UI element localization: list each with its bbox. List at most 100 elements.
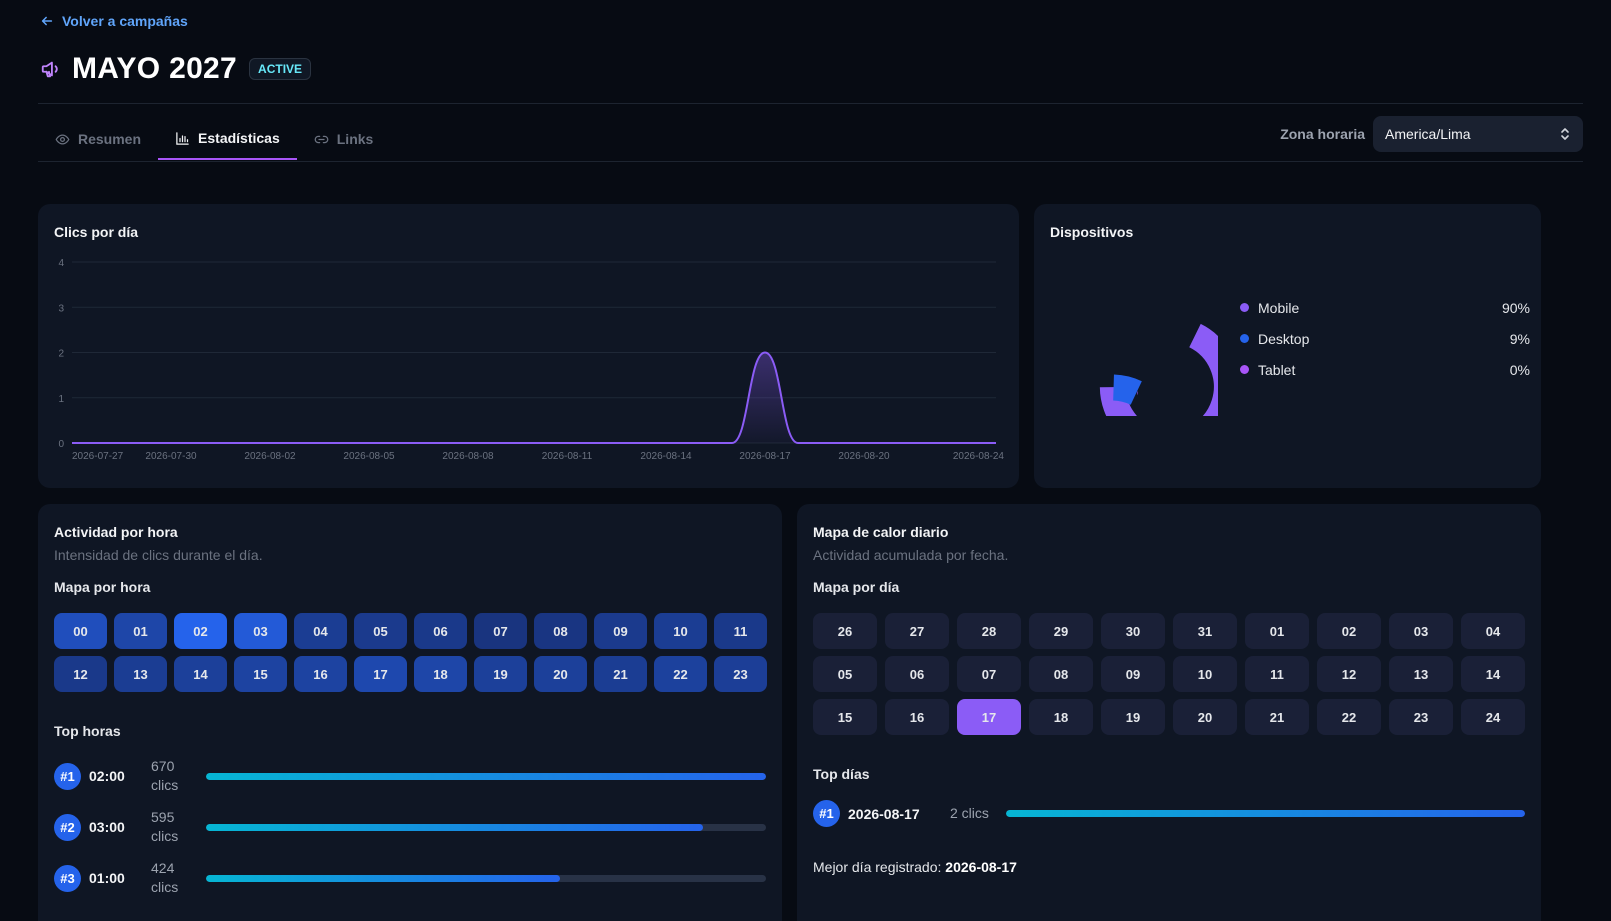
day-cell[interactable]: 09 xyxy=(1101,656,1165,692)
day-cell[interactable]: 15 xyxy=(813,699,877,735)
page-title: MAYO 2027 xyxy=(72,52,238,85)
rank-badge: #3 xyxy=(54,864,81,892)
hour-cell[interactable]: 18 xyxy=(414,656,467,692)
hour-cell[interactable]: 15 xyxy=(234,656,287,692)
day-cell[interactable]: 26 xyxy=(813,613,877,649)
back-link-label: Volver a campañas xyxy=(62,13,188,29)
devices-card: Dispositivos Mobile 90% Desktop 9% Table… xyxy=(1034,204,1541,488)
tab-label: Estadísticas xyxy=(198,130,280,146)
hour-cell[interactable]: 09 xyxy=(594,613,647,649)
day-cell[interactable]: 18 xyxy=(1029,699,1093,735)
top-hour-row: #3 01:00 424 clics xyxy=(54,859,766,897)
day-cell[interactable]: 19 xyxy=(1101,699,1165,735)
day-cell[interactable]: 14 xyxy=(1461,656,1525,692)
tab-resumen[interactable]: Resumen xyxy=(38,118,158,160)
day-cell[interactable]: 02 xyxy=(1317,613,1381,649)
day-cell[interactable]: 28 xyxy=(957,613,1021,649)
tab-label: Resumen xyxy=(78,131,142,147)
bar-fill xyxy=(206,874,561,882)
hour-cell[interactable]: 19 xyxy=(474,656,527,692)
hour-cell[interactable]: 01 xyxy=(114,613,167,649)
hour-cell[interactable]: 05 xyxy=(354,613,407,649)
top-days-label: Top días xyxy=(813,766,870,782)
day-cell[interactable]: 30 xyxy=(1101,613,1165,649)
day-cell[interactable]: 01 xyxy=(1245,613,1309,649)
day-cell[interactable]: 07 xyxy=(957,656,1021,692)
bar-fill xyxy=(1006,810,1525,817)
legend-item: Tablet 0% xyxy=(1240,354,1530,385)
best-day-value: 2026-08-17 xyxy=(945,859,1017,875)
rank-badge: #2 xyxy=(54,813,81,841)
card-subtitle: Intensidad de clics durante el día. xyxy=(54,547,263,563)
hour-cell[interactable]: 13 xyxy=(114,656,167,692)
legend-value: 9% xyxy=(1509,330,1530,347)
timezone-label: Zona horaria xyxy=(1280,126,1365,142)
hour-cell[interactable]: 20 xyxy=(534,656,587,692)
chevron-up-down-icon xyxy=(1561,128,1569,140)
count-unit: clics xyxy=(151,828,179,844)
hour-cell[interactable]: 03 xyxy=(234,613,287,649)
day-cell[interactable]: 05 xyxy=(813,656,877,692)
hour-cell[interactable]: 17 xyxy=(354,656,407,692)
top-hour-count: 595 clics xyxy=(151,808,206,846)
hour-cell[interactable]: 00 xyxy=(54,613,107,649)
hour-cell[interactable]: 16 xyxy=(294,656,347,692)
hour-cell[interactable]: 10 xyxy=(654,613,707,649)
day-cell[interactable]: 03 xyxy=(1389,613,1453,649)
clicks-line-chart: 0 1 2 3 4 2026-07-27 2026-07-30 2026-08-02 2026-… xyxy=(58,258,1004,462)
daily-heatmap-card: Mapa de calor diario Actividad acumulada… xyxy=(797,504,1541,921)
bar-chart-icon xyxy=(176,131,189,145)
x-tick-label: 2026-08-20 xyxy=(838,451,890,462)
top-hour-bar xyxy=(206,823,766,831)
day-cell[interactable]: 17 xyxy=(957,699,1021,735)
megaphone-icon xyxy=(41,61,58,78)
hour-cell[interactable]: 02 xyxy=(174,613,227,649)
card-title: Actividad por hora xyxy=(54,524,178,540)
hour-cell[interactable]: 22 xyxy=(654,656,707,692)
timezone-value: America/Lima xyxy=(1385,126,1471,142)
hour-cell[interactable]: 14 xyxy=(174,656,227,692)
day-cell[interactable]: 08 xyxy=(1029,656,1093,692)
back-link[interactable]: Volver a campañas xyxy=(40,13,188,29)
x-tick-label: 2026-08-05 xyxy=(343,451,395,462)
header-divider xyxy=(38,103,1583,104)
day-cell[interactable]: 11 xyxy=(1245,656,1309,692)
y-tick-label: 0 xyxy=(58,439,64,450)
hour-cell[interactable]: 08 xyxy=(534,613,587,649)
tab-estadisticas[interactable]: Estadísticas xyxy=(158,118,297,160)
top-hour-count: 424 clics xyxy=(151,859,206,897)
hour-cell[interactable]: 11 xyxy=(714,613,767,649)
day-cell[interactable]: 10 xyxy=(1173,656,1237,692)
devices-legend: Mobile 90% Desktop 9% Tablet 0% xyxy=(1240,292,1530,385)
top-hour-bar xyxy=(206,772,766,780)
day-cell[interactable]: 21 xyxy=(1245,699,1309,735)
top-hour-row: #2 03:00 595 clics xyxy=(54,808,766,846)
day-cell[interactable]: 29 xyxy=(1029,613,1093,649)
day-cell[interactable]: 24 xyxy=(1461,699,1525,735)
day-cell[interactable]: 06 xyxy=(885,656,949,692)
day-cell[interactable]: 27 xyxy=(885,613,949,649)
hour-cell[interactable]: 21 xyxy=(594,656,647,692)
eye-icon xyxy=(55,133,70,145)
day-cell[interactable]: 22 xyxy=(1317,699,1381,735)
day-cell[interactable]: 16 xyxy=(885,699,949,735)
day-cell[interactable]: 23 xyxy=(1389,699,1453,735)
day-cell[interactable]: 20 xyxy=(1173,699,1237,735)
hour-cell[interactable]: 07 xyxy=(474,613,527,649)
day-map-label: Mapa por día xyxy=(813,579,900,595)
hour-cell[interactable]: 23 xyxy=(714,656,767,692)
hour-cell[interactable]: 12 xyxy=(54,656,107,692)
tab-links[interactable]: Links xyxy=(297,118,391,160)
y-tick-label: 4 xyxy=(58,258,64,269)
legend-value: 0% xyxy=(1509,361,1530,378)
card-title: Dispositivos xyxy=(1050,224,1134,240)
timezone-select[interactable]: America/Lima xyxy=(1373,116,1583,152)
day-cell[interactable]: 13 xyxy=(1389,656,1453,692)
hour-cell[interactable]: 04 xyxy=(294,613,347,649)
day-cell[interactable]: 04 xyxy=(1461,613,1525,649)
hour-cell[interactable]: 06 xyxy=(414,613,467,649)
x-tick-label: 2026-07-27 xyxy=(72,451,124,462)
day-cell[interactable]: 12 xyxy=(1317,656,1381,692)
top-hour-row: #1 02:00 670 clics xyxy=(54,757,766,795)
day-cell[interactable]: 31 xyxy=(1173,613,1237,649)
